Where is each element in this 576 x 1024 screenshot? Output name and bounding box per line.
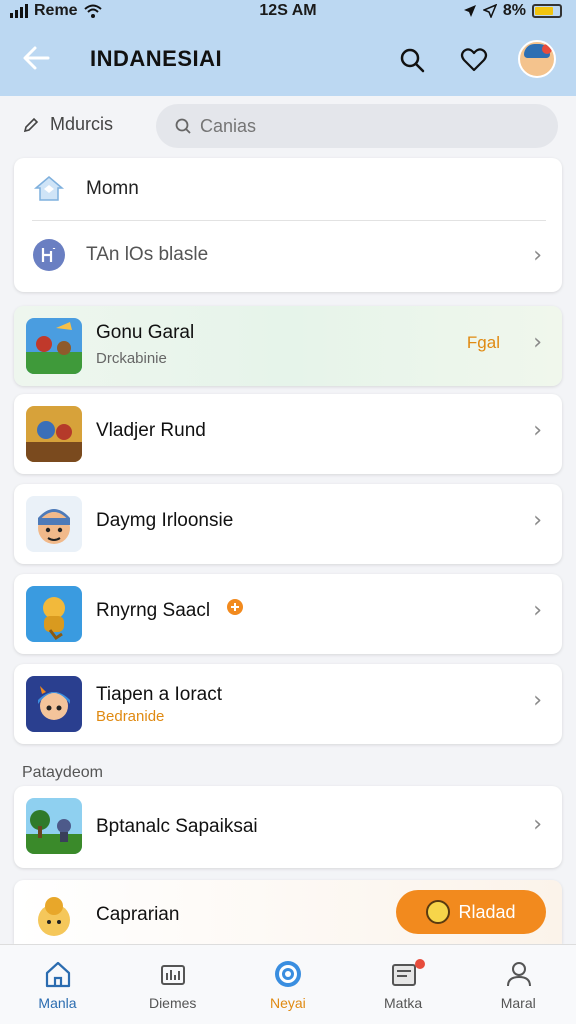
plus-badge-icon [227,599,243,615]
filter-row: Mdurcis [0,100,576,152]
divider [32,220,546,221]
home-icon [45,961,71,988]
game-item[interactable]: Caprarian Rladad [14,880,562,944]
navigation-icon [482,4,497,18]
chevron-right-icon: › [533,242,542,268]
game-thumbnail [26,318,82,374]
section-header: Pataydeom [22,764,103,781]
game-title: Gonu Garal [96,322,195,343]
nav-discover[interactable]: Neyai [230,945,345,1024]
game-art-icon [26,406,82,462]
nav-label: Diemes [148,995,197,1011]
character-icon [38,897,70,936]
status-bar: Reme 12S AM 8% [0,0,576,24]
nav-label: Maral [500,995,536,1011]
pencil-icon [23,117,39,132]
nav-messages[interactable]: Matka [346,945,461,1024]
game-title: Caprarian [96,904,180,925]
chevron-right-icon: › [533,598,542,623]
game-item[interactable]: Daymg Irloonsie › [14,484,562,564]
bottom-navigation: Manla Diemes Neyai Matka Maral [0,944,576,1024]
battery-icon [532,4,562,18]
user-icon [506,962,531,987]
game-item[interactable]: Tiapen a Ioract Bedranide › [14,664,562,744]
game-title: Bptanalc Sapaiksai [96,816,258,837]
heart-chat-icon [460,48,488,72]
chevron-right-icon: › [533,508,542,533]
favorites-button[interactable] [456,42,492,78]
menu-card: Momn TAn lOs blasle › [14,158,562,292]
game-title: Daymg Irloonsie [96,510,234,531]
filter-label: Mdurcis [50,114,114,134]
target-icon [275,961,302,987]
filter-dropdown[interactable]: Mdurcis [22,114,113,135]
character-icon [43,597,65,641]
game-thumbnail [26,676,82,732]
game-art-icon [26,318,82,374]
install-button[interactable]: Rladad [396,890,546,934]
game-item[interactable]: Bptanalc Sapaiksai › [14,786,562,868]
game-title: Vladjer Rund [96,420,206,441]
game-art-icon [26,810,82,854]
location-icon [463,5,476,17]
gamepad-icon [161,965,186,985]
back-button[interactable] [18,42,54,78]
search-button[interactable] [394,42,430,78]
nav-label: Neyai [269,995,306,1011]
game-item[interactable]: Vladjer Rund › [14,394,562,474]
menu-item-settings[interactable]: TAn lOs blasle › [14,224,562,286]
chevron-right-icon: › [533,330,542,355]
notification-dot [414,959,425,969]
game-title: Tiapen a Ioract [96,684,223,705]
game-title: Rnyrng Saacl [96,600,211,621]
nav-games[interactable]: Diemes [115,945,230,1024]
menu-item-home[interactable]: Momn [14,158,562,220]
nav-label: Manla [38,995,77,1011]
menu-item-label: Momn [86,178,139,199]
game-thumbnail [26,892,82,944]
app-header: INDANESIAI [0,24,576,96]
nav-home[interactable]: Manla [0,945,115,1024]
game-item[interactable]: Rnyrng Saacl › [14,574,562,654]
chevron-right-icon: › [533,688,542,713]
character-icon [38,686,70,720]
chevron-right-icon: › [533,812,542,837]
search-icon [175,118,191,134]
game-thumbnail [26,406,82,462]
nav-label: Matka [384,995,423,1011]
character-icon [38,509,70,544]
status-right: 8% [463,2,562,20]
page-title: INDANESIAI [90,46,223,71]
battery-percent: 8% [502,2,526,19]
home-icon [33,176,65,201]
user-circle-icon [33,239,65,271]
game-badge: Fgal [466,333,500,352]
game-item[interactable]: Gonu Garal Drckabinie Fgal › [14,306,562,386]
profile-avatar[interactable] [518,40,556,78]
game-thumbnail [26,798,82,854]
emoji-icon [426,900,451,924]
game-thumbnail [26,496,82,552]
notification-dot [542,44,552,54]
game-subtitle: Drckabinie [96,350,167,367]
install-button-label: Rladad [458,901,516,922]
chevron-right-icon: › [533,418,542,443]
arrow-left-icon [23,46,50,70]
search-icon [400,48,425,73]
menu-item-label: TAn lOs blasle [86,244,209,265]
nav-profile[interactable]: Maral [461,945,576,1024]
search-input[interactable] [200,115,500,137]
game-thumbnail [26,586,82,642]
search-bar[interactable] [156,104,558,148]
game-subtitle: Bedranide [96,708,165,725]
